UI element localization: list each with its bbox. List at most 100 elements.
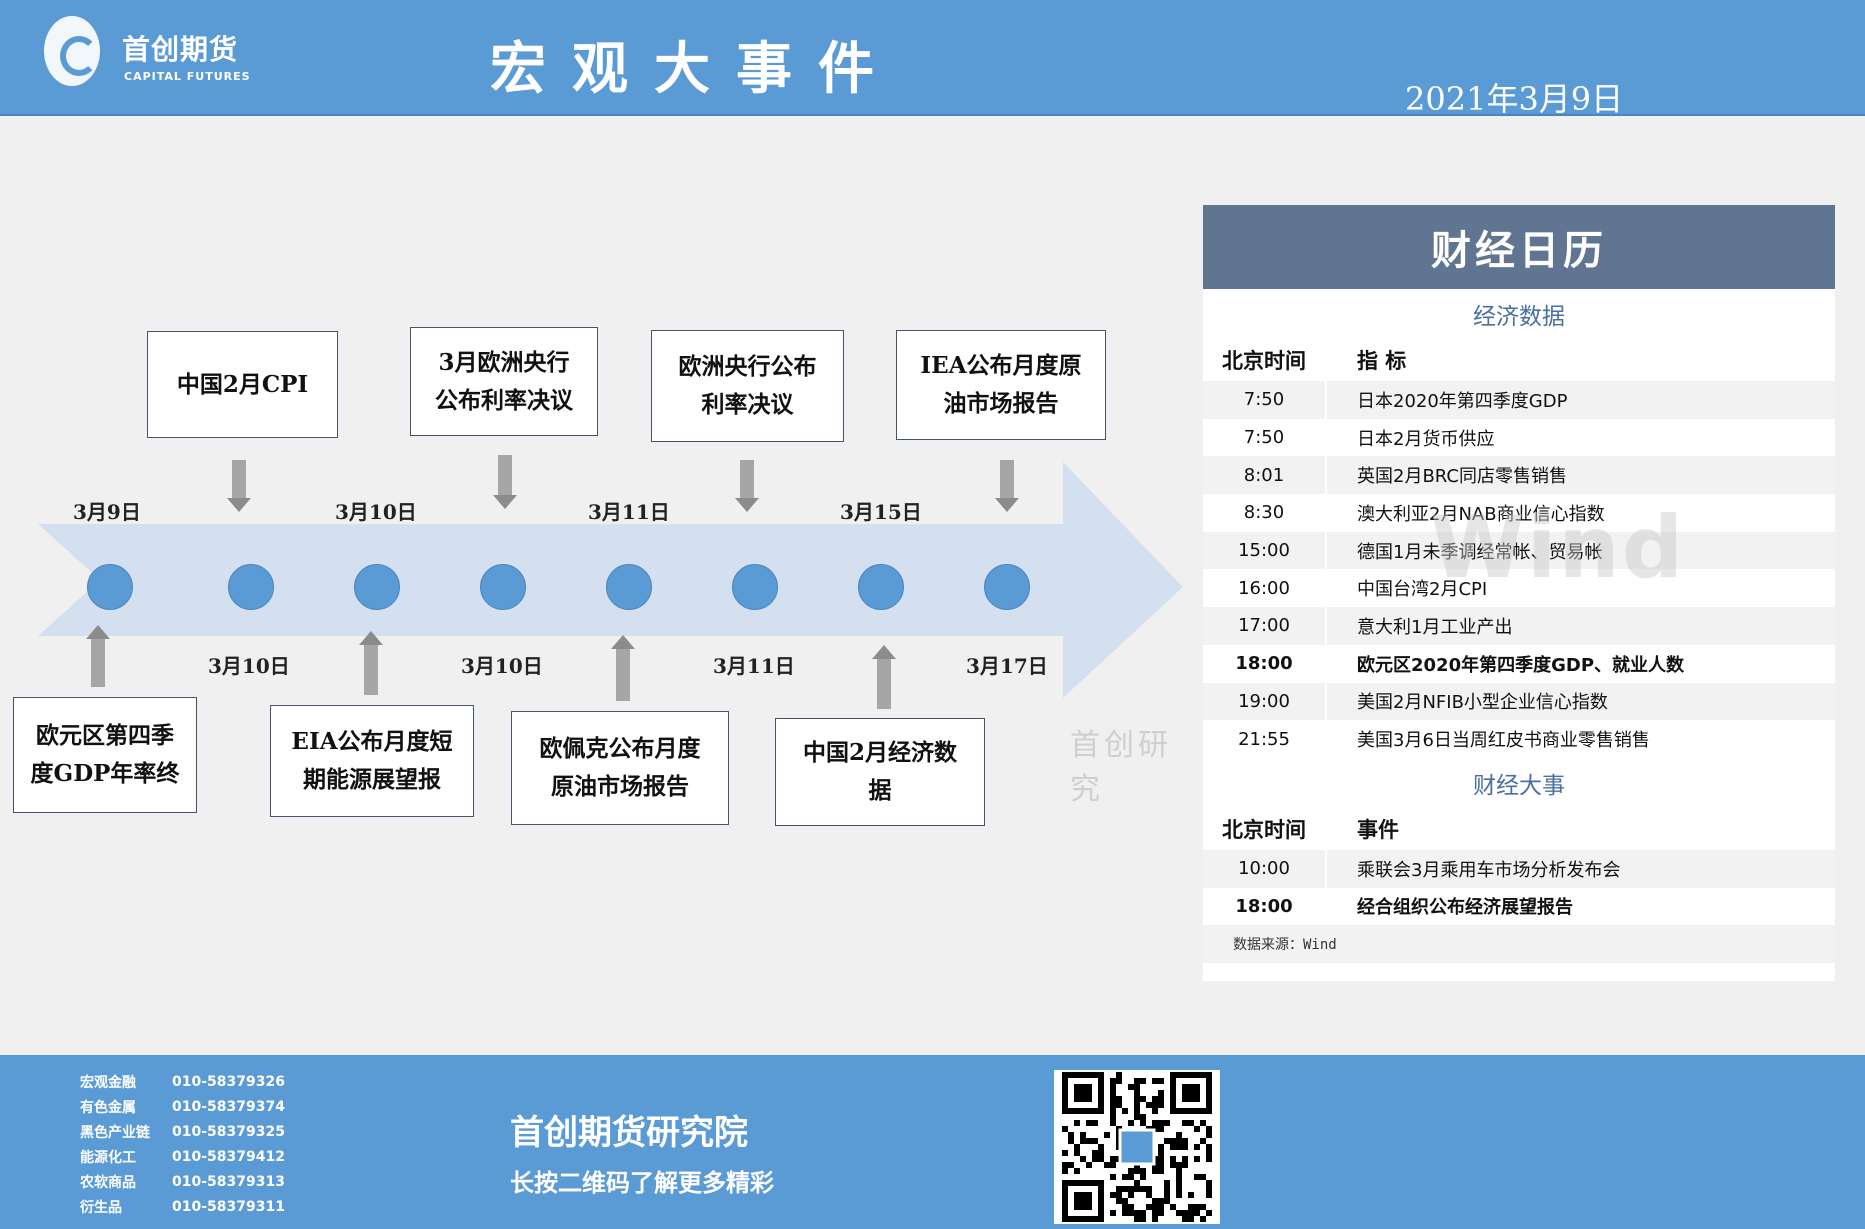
timeline-date-bottom-3: 3月11日 — [713, 654, 795, 678]
event-text: 利率决议 — [701, 391, 794, 418]
timeline-dot — [606, 564, 652, 610]
contact-row: 衍生品 010-58379311 — [80, 1194, 285, 1219]
contact-row: 宏观金融 010-58379326 — [80, 1069, 285, 1094]
event-text: 期能源展望报 — [302, 766, 441, 793]
row-event: 中国台湾2月CPI — [1325, 569, 1835, 608]
arrow-down-icon — [227, 460, 251, 512]
table-row: 19:00 美国2月NFIB小型企业信心指数 — [1203, 682, 1835, 721]
timeline-date-top-4: 3月15日 — [840, 500, 922, 524]
slogan-text: 长按二维码了解更多精彩 — [510, 1169, 774, 1197]
col-header-time: 北京时间 — [1203, 807, 1326, 850]
contact-dept: 宏观金融 — [80, 1074, 136, 1091]
row-time: 21:55 — [1238, 728, 1290, 750]
contact-row: 黑色产业链 010-58379325 — [80, 1119, 285, 1144]
event-box-top-2: 3月欧洲央行 公布利率决议 — [410, 327, 598, 436]
timeline-date-bottom-2: 3月10日 — [461, 654, 543, 678]
table-row: 21:55 美国3月6日当周红皮书商业零售销售 — [1203, 720, 1835, 758]
row-event: 意大利1月工业产出 — [1325, 607, 1835, 645]
event-box-top-4: IEA公布月度原 油市场报告 — [896, 330, 1106, 440]
contact-dept: 黑色产业链 — [80, 1124, 150, 1141]
timeline-dot — [732, 564, 778, 610]
contact-phone: 010-58379326 — [172, 1073, 285, 1090]
timeline-arrow-shape — [38, 462, 1183, 698]
table-header-row: 北京时间 指 标 — [1203, 339, 1835, 381]
row-time: 8:30 — [1243, 502, 1285, 524]
row-time: 18:00 — [1235, 653, 1293, 675]
finance-events-title: 财经大事 — [1203, 757, 1835, 808]
institute-name: 首创期货研究院 — [510, 1113, 748, 1153]
econ-data-table: 北京时间 指 标 7:50 日本2020年第四季度GDP 7:50 日本2月货币供应 8… — [1203, 339, 1835, 758]
col-header-event: 事件 — [1325, 807, 1835, 850]
event-box-bottom-2: EIA公布月度短 期能源展望报 — [270, 705, 474, 817]
event-box-top-1: 中国2月CPI — [147, 331, 338, 438]
arrow-down-icon — [995, 460, 1019, 512]
row-time: 18:00 — [1235, 895, 1293, 917]
row-time: 7:50 — [1203, 381, 1326, 419]
contact-row: 农软商品 010-58379313 — [80, 1169, 285, 1194]
arrow-up-icon — [611, 635, 635, 701]
row-time: 15:00 — [1203, 531, 1326, 570]
event-text: 欧元区第四季 — [35, 722, 174, 749]
report-date: 2021年3月9日 — [1405, 80, 1624, 118]
row-event: 乘联会3月乘用车市场分析发布会 — [1325, 849, 1835, 888]
row-event: 日本2020年第四季度GDP — [1325, 381, 1835, 419]
table-row: 8:01 英国2月BRC同店零售销售 — [1203, 456, 1835, 495]
contact-row: 能源化工 010-58379412 — [80, 1144, 285, 1169]
event-text: 据 — [868, 777, 892, 804]
timeline-dot — [480, 564, 526, 610]
row-time: 10:00 — [1203, 849, 1326, 888]
timeline-date-top-2: 3月10日 — [335, 500, 417, 524]
event-text: 油市场报告 — [943, 390, 1059, 417]
timeline-date-top-3: 3月11日 — [588, 500, 670, 524]
row-event: 澳大利亚2月NAB商业信心指数 — [1325, 494, 1835, 532]
event-text: 原油市场报告 — [551, 773, 689, 800]
arrow-up-icon — [86, 625, 110, 687]
timeline-dot — [858, 564, 904, 610]
contact-dept: 衍生品 — [80, 1199, 122, 1216]
event-text: 欧洲央行公布 — [678, 353, 817, 380]
contact-dept: 能源化工 — [80, 1149, 136, 1166]
watermark-text: 首创研究 — [1070, 728, 1172, 807]
row-time: 17:00 — [1203, 607, 1326, 645]
contact-phone: 010-58379311 — [172, 1198, 285, 1215]
contact-phone: 010-58379325 — [172, 1123, 285, 1140]
timeline-date-bottom-1: 3月10日 — [208, 654, 290, 678]
table-row: 17:00 意大利1月工业产出 — [1203, 607, 1835, 645]
calendar-title: 财经日历 — [1203, 205, 1835, 289]
row-event: 美国2月NFIB小型企业信心指数 — [1325, 682, 1835, 721]
row-time: 8:01 — [1203, 456, 1326, 495]
event-text: 公布利率决议 — [435, 386, 573, 414]
col-header-time: 北京时间 — [1203, 339, 1326, 381]
arrow-up-icon — [359, 631, 383, 695]
contact-phone: 010-58379313 — [172, 1173, 285, 1190]
event-text: EIA公布月度短 — [291, 728, 453, 755]
event-text: 欧佩克公布月度 — [539, 735, 701, 762]
contact-list: 宏观金融 010-58379326 有色金属 010-58379374 黑色产业链 010… — [80, 1069, 285, 1219]
event-box-bottom-3: 欧佩克公布月度 原油市场报告 — [511, 711, 729, 825]
timeline-dot — [984, 564, 1030, 610]
arrow-down-icon — [493, 455, 517, 509]
event-text: 中国2月经济数 — [802, 739, 957, 766]
table-header-row: 北京时间 事件 — [1203, 807, 1835, 850]
row-event: 英国2月BRC同店零售销售 — [1325, 456, 1835, 495]
row-time: 19:00 — [1203, 682, 1326, 721]
row-event: 日本2月货币供应 — [1325, 418, 1835, 457]
footer-bar: 宏观金融 010-58379326 有色金属 010-58379374 黑色产业链 010… — [0, 1055, 1865, 1229]
table-row: 10:00 乘联会3月乘用车市场分析发布会 — [1203, 849, 1835, 888]
event-box-bottom-4: 中国2月经济数据 — [775, 718, 985, 826]
event-box-top-3: 欧洲央行公布 利率决议 — [651, 330, 844, 442]
event-box-bottom-1: 欧元区第四季 度GDP年率终 — [13, 697, 197, 813]
contact-phone: 010-58379374 — [172, 1098, 285, 1115]
event-text: 中国2月CPI — [176, 370, 309, 398]
row-event: 欧元区2020年第四季度GDP、就业人数 — [1325, 644, 1835, 683]
col-header-indicator: 指 标 — [1325, 339, 1835, 381]
contact-row: 有色金属 010-58379374 — [80, 1094, 285, 1119]
table-row: 7:50 日本2月货币供应 — [1203, 418, 1835, 457]
qr-code-icon[interactable] — [1054, 1070, 1220, 1224]
row-time: 7:50 — [1243, 427, 1285, 449]
events-timeline: 3月9日 3月10日 3月11日 3月15日 3月10日 3月10日 3月11日… — [0, 0, 1200, 1050]
arrow-down-icon — [735, 460, 759, 512]
timeline-dot — [228, 564, 274, 610]
contact-phone: 010-58379412 — [172, 1148, 285, 1165]
table-row: 8:30 澳大利亚2月NAB商业信心指数 — [1203, 494, 1835, 532]
